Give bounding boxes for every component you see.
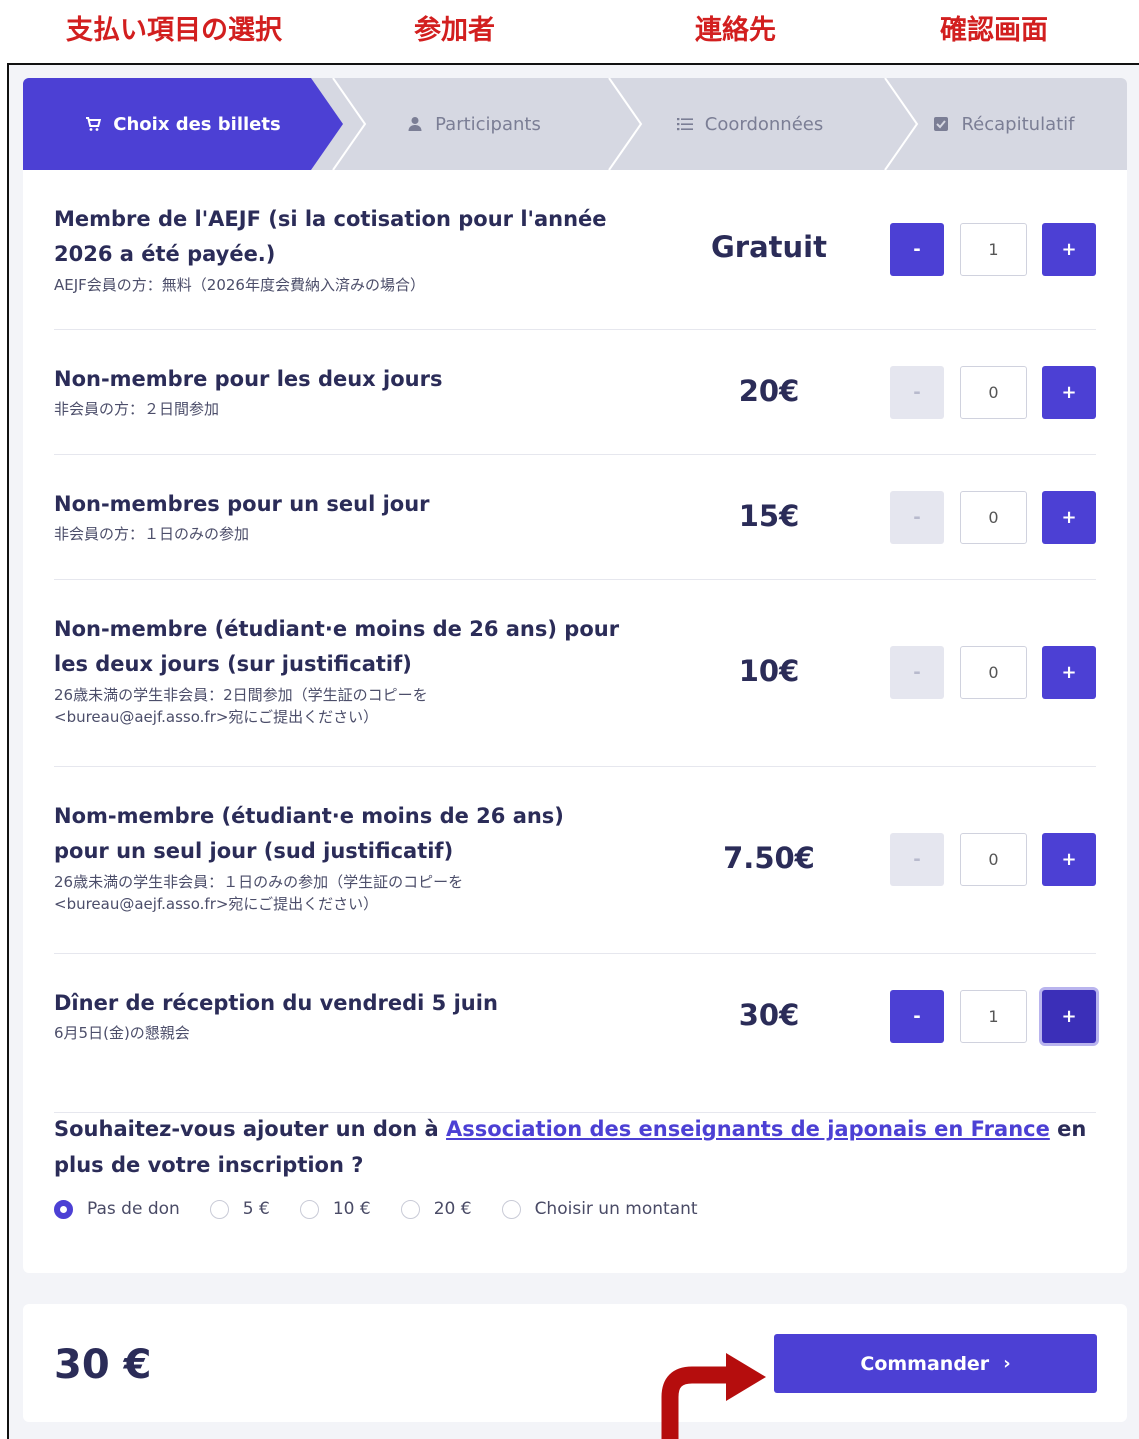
checkout-stepper: Choix des billets Participants Coordonné… xyxy=(23,78,1127,170)
ticket-row: Non-membre (étudiant·e moins de 26 ans) … xyxy=(54,579,1096,766)
quantity-input[interactable]: 0 xyxy=(960,646,1027,699)
order-total: 30 € xyxy=(54,1342,152,1388)
ticket-price: 20€ xyxy=(738,374,800,408)
quantity-input[interactable]: 0 xyxy=(960,833,1027,886)
quantity-input[interactable]: 0 xyxy=(960,366,1027,419)
radio-label: 10 € xyxy=(332,1199,371,1219)
decrease-button[interactable]: - xyxy=(890,833,944,886)
increase-button[interactable]: + xyxy=(1042,646,1096,699)
ticket-title: Non-membre (étudiant·e moins de 26 ans) … xyxy=(54,617,620,676)
cart-icon xyxy=(86,117,102,131)
decrease-button[interactable]: - xyxy=(890,491,944,544)
radio-label: 20 € xyxy=(433,1199,472,1219)
ticket-price: 15€ xyxy=(738,499,800,533)
decrease-button[interactable]: - xyxy=(890,646,944,699)
tab-label: Récapitulatif xyxy=(961,113,1075,135)
tab-label: Participants xyxy=(435,113,541,135)
tab-coordonnees[interactable]: Coordonnées xyxy=(605,78,895,170)
tab-participants[interactable]: Participants xyxy=(329,78,619,170)
radio-button[interactable] xyxy=(400,1199,420,1219)
list-icon xyxy=(676,118,693,131)
annotation-step-2: 参加者 xyxy=(414,15,495,46)
ticket-price: 7.50€ xyxy=(723,841,815,875)
donation-option-20[interactable]: 20 € xyxy=(400,1199,472,1219)
tab-label: Coordonnées xyxy=(704,113,824,135)
quantity-input[interactable]: 1 xyxy=(960,990,1027,1043)
ticket-list: Membre de l'AEJF (si la cotisation pour … xyxy=(54,170,1096,1110)
ticket-title: Non-membres pour un seul jour xyxy=(54,492,430,516)
increase-button[interactable]: + xyxy=(1042,223,1096,276)
ticket-price: 10€ xyxy=(738,654,800,688)
annotation-step-3: 連絡先 xyxy=(695,15,776,46)
ticket-subtitle: 26歳未満の学生非会員：１日のみの参加（学生証のコピーを <bureau@aej… xyxy=(54,873,464,913)
tab-choix-des-billets[interactable]: Choix des billets xyxy=(23,78,343,170)
ticket-subtitle: 26歳未満の学生非会員：2日間参加（学生証のコピーを <bureau@aejf.… xyxy=(54,686,428,726)
radio-button[interactable] xyxy=(501,1199,521,1219)
association-link[interactable]: Association des enseignants de japonais … xyxy=(446,1117,1050,1141)
radio-button[interactable] xyxy=(54,1199,73,1219)
ticket-title: Membre de l'AEJF (si la cotisation pour … xyxy=(54,207,607,266)
donation-option-10[interactable]: 10 € xyxy=(299,1199,371,1219)
donation-option-5[interactable]: 5 € xyxy=(209,1199,270,1219)
checkbox-icon xyxy=(934,117,949,131)
order-footer: 30 € Commander › xyxy=(23,1304,1127,1422)
decrease-button[interactable]: - xyxy=(890,990,944,1043)
increase-button[interactable]: + xyxy=(1042,366,1096,419)
ticket-price: Gratuit xyxy=(711,230,827,264)
user-icon xyxy=(408,117,422,131)
radio-button[interactable] xyxy=(299,1199,319,1219)
decrease-button[interactable]: - xyxy=(890,223,944,276)
donation-option-custom[interactable]: Choisir un montant xyxy=(501,1199,698,1219)
order-button[interactable]: Commander › xyxy=(774,1334,1097,1393)
ticket-title: Nom-membre (étudiant·e moins de 26 ans) … xyxy=(54,804,564,863)
annotation-step-4: 確認画面 xyxy=(940,15,1048,46)
increase-button[interactable]: + xyxy=(1042,990,1096,1043)
ticket-row: Dîner de réception du vendredi 5 juin 6月… xyxy=(54,953,1096,1110)
ticket-subtitle: AEJF会員の方：無料（2026年度会費納入済みの場合） xyxy=(54,276,425,294)
radio-label: Pas de don xyxy=(87,1199,180,1219)
radio-label: 5 € xyxy=(242,1199,270,1219)
tab-recapitulatif[interactable]: Récapitulatif xyxy=(881,78,1127,170)
decrease-button[interactable]: - xyxy=(890,366,944,419)
donation-question-start: Souhaitez-vous ajouter un don à xyxy=(54,1117,447,1141)
donation-option-none[interactable]: Pas de don xyxy=(54,1199,180,1219)
order-button-label: Commander xyxy=(860,1352,990,1375)
donation-options: Pas de don 5 € 10 € 20 € Choisir un mont… xyxy=(54,1199,728,1219)
ticket-subtitle: 6月5日(金)の懇親会 xyxy=(54,1024,190,1042)
increase-button[interactable]: + xyxy=(1042,833,1096,886)
step-annotations: 支払い項目の選択 参加者 連絡先 確認画面 xyxy=(0,0,1139,62)
annotation-arrow-icon xyxy=(661,1353,766,1439)
quantity-input[interactable]: 1 xyxy=(960,223,1027,276)
ticket-row: Membre de l'AEJF (si la cotisation pour … xyxy=(54,170,1096,329)
ticket-row: Non-membre pour les deux jours 非会員の方：２日間… xyxy=(54,329,1096,454)
radio-label: Choisir un montant xyxy=(534,1199,698,1219)
radio-button[interactable] xyxy=(209,1199,229,1219)
chevron-right-icon: › xyxy=(1003,1353,1011,1374)
annotation-step-1: 支払い項目の選択 xyxy=(66,15,282,46)
tab-label: Choix des billets xyxy=(113,113,281,135)
ticket-price: 30€ xyxy=(738,998,800,1032)
donation-section: Souhaitez-vous ajouter un don à Associat… xyxy=(54,1111,1096,1219)
ticket-title: Dîner de réception du vendredi 5 juin xyxy=(54,991,498,1015)
ticket-subtitle: 非会員の方：１日のみの参加 xyxy=(54,525,250,543)
increase-button[interactable]: + xyxy=(1042,491,1096,544)
ticket-row: Nom-membre (étudiant·e moins de 26 ans) … xyxy=(54,766,1096,953)
ticket-row: Non-membres pour un seul jour 非会員の方：１日のみ… xyxy=(54,454,1096,579)
quantity-input[interactable]: 0 xyxy=(960,491,1027,544)
ticket-title: Non-membre pour les deux jours xyxy=(54,367,443,391)
donation-question: Souhaitez-vous ajouter un don à Associat… xyxy=(54,1111,1096,1183)
ticket-subtitle: 非会員の方：２日間参加 xyxy=(54,400,220,418)
